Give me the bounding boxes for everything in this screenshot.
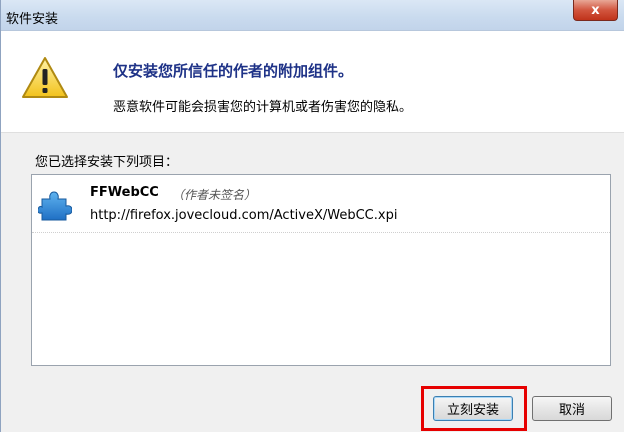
item-name: FFWebCC [90,185,159,200]
item-url: http://firefox.jovecloud.com/ActiveX/Web… [90,208,398,223]
dialog-header: 仅安装您所信任的作者的附加组件。 恶意软件可能会损害您的计算机或者伤害您的隐私。 [1,31,624,133]
install-item-list[interactable]: FFWebCC （作者未签名） http://firefox.jovecloud… [31,174,611,366]
warning-icon [22,57,68,98]
list-item[interactable]: FFWebCC （作者未签名） http://firefox.jovecloud… [32,175,610,233]
puzzle-piece-icon [38,191,72,221]
close-button[interactable]: x [573,0,618,21]
install-now-button[interactable]: 立刻安装 [433,396,513,421]
warning-headline: 仅安装您所信任的作者的附加组件。 [113,62,354,80]
item-signature-note: （作者未签名） [172,188,257,202]
cancel-button[interactable]: 取消 [532,396,612,421]
close-icon: x [591,2,600,18]
window-title: 软件安装 [6,12,59,27]
software-install-dialog: 软件安装 x 仅安装您所信任的作者的附加组件。 恶意软件可能会损害您的计算机或者… [0,0,624,432]
title-bar[interactable]: 软件安装 x [1,0,624,31]
install-list-label: 您已选择安装下列项目： [35,155,179,170]
warning-subtext: 恶意软件可能会损害您的计算机或者伤害您的隐私。 [113,100,413,115]
